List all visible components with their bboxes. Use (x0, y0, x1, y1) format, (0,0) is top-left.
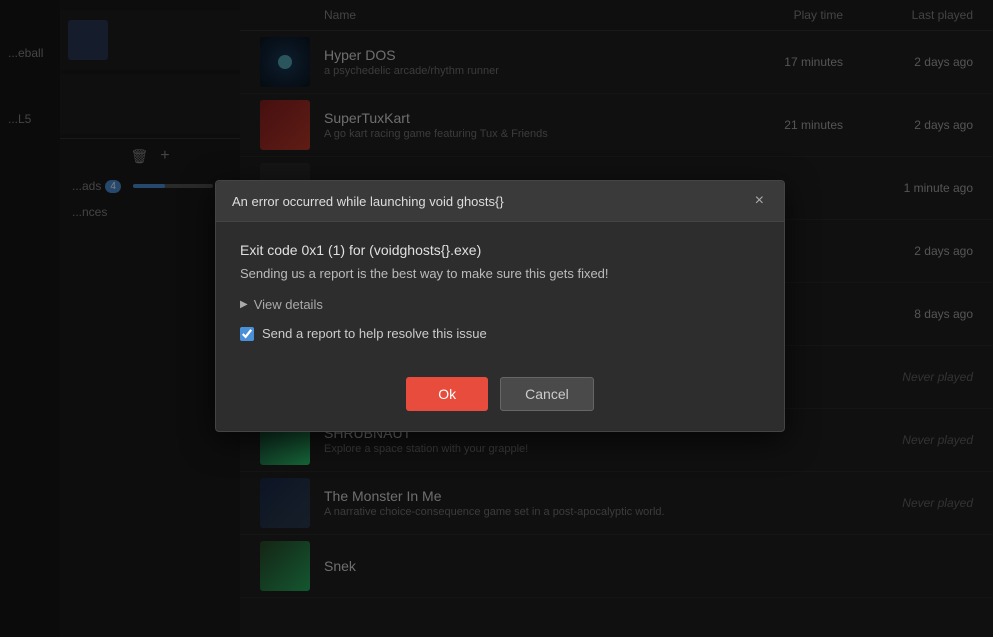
error-dialog: An error occurred while launching void g… (215, 180, 785, 432)
dialog-overlay: An error occurred while launching void g… (0, 0, 993, 637)
dialog-close-button[interactable]: × (751, 193, 768, 209)
send-report-checkbox[interactable] (240, 327, 254, 341)
dialog-title: An error occurred while launching void g… (232, 194, 504, 209)
dialog-body: Exit code 0x1 (1) for (voidghosts{}.exe)… (216, 222, 784, 361)
cancel-button[interactable]: Cancel (500, 377, 594, 411)
send-report-label: Send a report to help resolve this issue (262, 326, 487, 341)
error-code-text: Exit code 0x1 (1) for (voidghosts{}.exe) (240, 242, 760, 258)
view-details-toggle[interactable]: ▶ View details (240, 297, 760, 312)
send-report-row: Send a report to help resolve this issue (240, 326, 760, 341)
dialog-header: An error occurred while launching void g… (216, 181, 784, 222)
triangle-icon: ▶ (240, 299, 248, 310)
ok-button[interactable]: Ok (406, 377, 488, 411)
dialog-footer: Ok Cancel (216, 361, 784, 431)
view-details-label: View details (254, 297, 323, 312)
error-suggestion-text: Sending us a report is the best way to m… (240, 266, 760, 281)
